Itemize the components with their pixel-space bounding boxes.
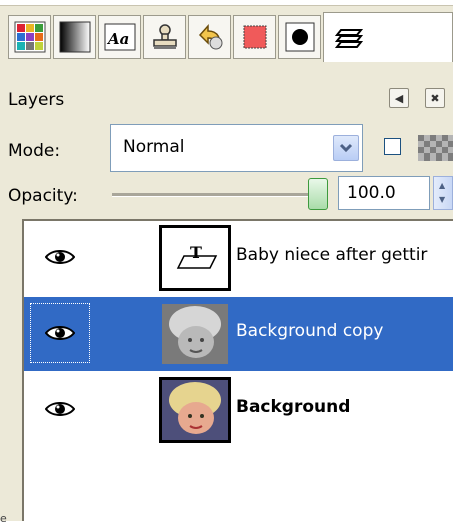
opacity-spinner[interactable]: ▲ ▼: [433, 176, 453, 210]
text-layer-icon: T: [176, 243, 218, 269]
mode-dropdown[interactable]: Normal: [110, 124, 363, 172]
tab-clone-stamp[interactable]: [143, 15, 186, 59]
color-photo-thumbnail: [159, 377, 231, 443]
visibility-toggle[interactable]: [30, 227, 90, 287]
panel-close-button[interactable]: ✖: [425, 88, 445, 108]
tab-fonts[interactable]: Aa: [98, 15, 141, 59]
eye-icon: [45, 402, 75, 416]
grayscale-photo-thumbnail: [159, 301, 231, 367]
layer-name: Baby niece after gettir: [236, 245, 428, 265]
dropdown-arrow-button[interactable]: [333, 135, 359, 161]
palette-grid-icon: [14, 21, 45, 53]
pattern-icon: [243, 25, 266, 49]
lock-alpha-checkbox[interactable]: [384, 138, 401, 155]
stamp-icon: [152, 24, 177, 49]
layer-row[interactable]: Background: [24, 373, 453, 447]
brush-icon: [285, 22, 314, 52]
tab-strip-border: [0, 0, 453, 6]
layer-name: Background: [236, 397, 351, 417]
tab-patterns[interactable]: [233, 15, 276, 59]
opacity-slider-thumb[interactable]: [308, 178, 328, 210]
layers-icon: [334, 28, 363, 48]
chevron-down-icon: [339, 143, 353, 153]
alpha-checker-icon: [418, 135, 453, 161]
opacity-input[interactable]: 100.0: [338, 176, 430, 210]
layer-list: T Baby niece after gettir Background cop…: [22, 219, 453, 521]
spin-down-icon[interactable]: ▼: [439, 195, 445, 204]
visibility-toggle[interactable]: [30, 379, 90, 439]
text-layer-thumbnail: T: [159, 225, 231, 291]
tab-undo-history[interactable]: [188, 15, 231, 59]
visibility-toggle[interactable]: [30, 303, 90, 363]
opacity-label: Opacity:: [8, 186, 78, 206]
baby-photo-gray-image: [162, 304, 228, 364]
eye-icon: [45, 250, 75, 264]
eye-icon: [45, 326, 75, 340]
mode-value: Normal: [123, 137, 185, 157]
layer-name: Background copy: [236, 321, 384, 341]
undo-history-icon: [198, 24, 222, 50]
tab-gradients[interactable]: [53, 15, 96, 59]
spin-up-icon[interactable]: ▲: [439, 181, 445, 190]
gradient-icon: [59, 21, 90, 53]
panel-title: Layers: [8, 90, 65, 110]
font-icon: Aa: [104, 23, 135, 51]
layer-row-selected[interactable]: Background copy: [24, 297, 453, 371]
tab-palettes[interactable]: [8, 15, 51, 59]
svg-text:Aa: Aa: [106, 30, 129, 48]
mode-label: Mode:: [8, 141, 61, 161]
layer-row[interactable]: T Baby niece after gettir: [24, 221, 453, 295]
baby-photo-color-image: [162, 380, 228, 440]
svg-text:T: T: [190, 243, 202, 262]
arrow-left-icon: ◀: [394, 91, 404, 105]
opacity-slider-track[interactable]: [112, 193, 320, 197]
status-glyph: e: [0, 512, 7, 525]
tab-brushes[interactable]: [278, 15, 321, 59]
close-icon: ✖: [430, 91, 440, 105]
panel-menu-button[interactable]: ◀: [389, 88, 409, 108]
tab-layers[interactable]: [323, 12, 453, 62]
